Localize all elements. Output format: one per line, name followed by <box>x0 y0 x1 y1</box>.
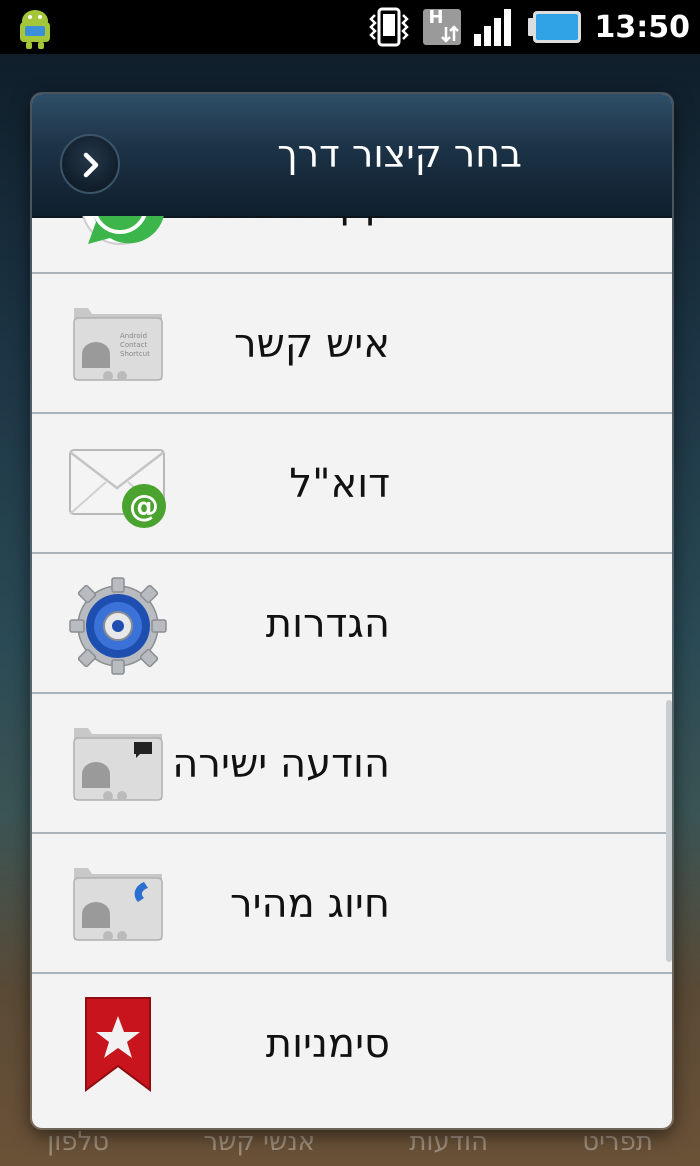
list-item-label: הגדרות <box>265 601 390 647</box>
dialog-title-container: בחר קיצור דרך <box>142 124 522 184</box>
list-item-label: איש קשר <box>233 321 390 367</box>
settings-gear-icon <box>69 577 167 675</box>
dock-item-messages: הודעות <box>409 1127 489 1157</box>
list-scrollbar[interactable] <box>666 700 672 962</box>
dialog-back-button[interactable] <box>60 134 120 194</box>
chevron-right-icon <box>83 152 99 178</box>
shortcut-list[interactable]: WhatsApp Android Contact Shortcut איש קש… <box>32 216 672 1128</box>
dialog-header: בחר קיצור דרך <box>32 94 672 218</box>
list-item-settings[interactable]: הגדרות <box>32 554 672 694</box>
list-item-contact[interactable]: Android Contact Shortcut איש קשר <box>32 274 672 414</box>
bookmark-icon <box>85 997 151 1092</box>
android-notification-icon <box>20 10 50 49</box>
list-item-direct-dial[interactable]: חיוג מהיר <box>32 834 672 974</box>
choose-shortcut-dialog: בחר קיצור דרך WhatsApp Android Contact S… <box>32 94 672 1128</box>
battery-icon <box>527 11 581 43</box>
dock-item-menu: תפריט <box>582 1127 653 1157</box>
svg-text:Contact: Contact <box>120 341 147 349</box>
list-item-email[interactable]: @ דוא"ל <box>32 414 672 554</box>
list-item-direct-message[interactable]: הודעה ישירה <box>32 694 672 834</box>
svg-text:@: @ <box>129 489 159 524</box>
list-item-label: WhatsApp <box>186 216 390 274</box>
signal-icon <box>473 9 511 46</box>
list-item-label: חיוג מהיר <box>230 881 390 927</box>
list-item-label: הודעה ישירה <box>172 741 390 787</box>
direct-dial-icon <box>73 868 163 941</box>
svg-text:Android: Android <box>120 332 147 340</box>
dock-item-phone: טלפון <box>47 1127 110 1157</box>
contact-shortcut-icon: Android Contact Shortcut <box>73 308 163 381</box>
list-item-whatsapp[interactable]: WhatsApp <box>32 216 672 274</box>
status-bar: H 13:50 <box>0 0 700 54</box>
dialog-title: בחר קיצור דרך <box>277 132 522 176</box>
email-icon: @ <box>69 449 166 528</box>
dock-item-contacts: אנשי קשר <box>203 1127 316 1157</box>
direct-message-icon <box>73 728 163 801</box>
list-item-label: דוא"ל <box>289 461 390 507</box>
svg-text:Shortcut: Shortcut <box>120 350 150 358</box>
whatsapp-icon <box>82 216 164 245</box>
list-item-label: סימניות <box>265 1021 390 1067</box>
status-time: 13:50 <box>594 9 691 45</box>
list-item-bookmarks[interactable]: סימניות <box>32 974 672 1114</box>
vibrate-icon <box>368 7 409 47</box>
hspa-data-icon: H <box>422 7 461 47</box>
